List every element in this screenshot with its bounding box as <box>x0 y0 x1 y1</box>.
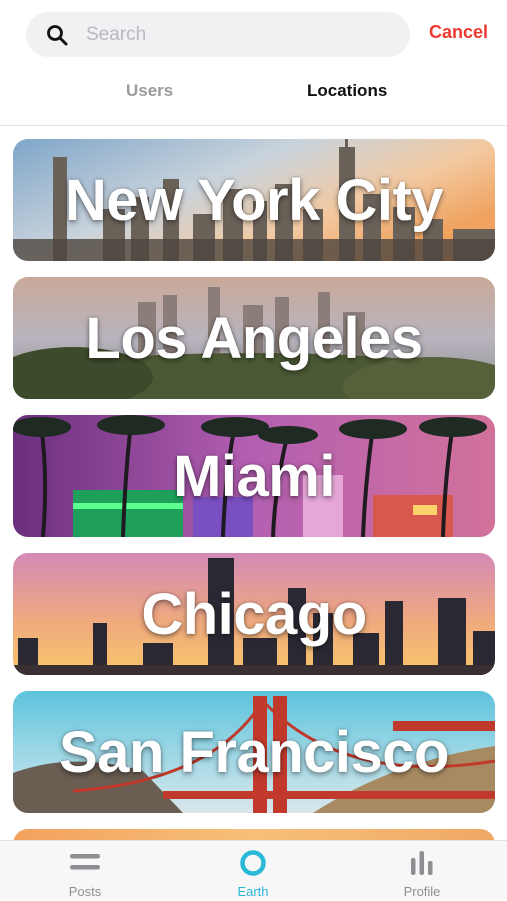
tabbar-posts[interactable]: Posts <box>25 841 145 901</box>
cancel-button[interactable]: Cancel <box>429 22 488 43</box>
location-card-miami[interactable]: Miami <box>13 415 495 537</box>
tabbar-label: Posts <box>68 884 102 899</box>
header-divider <box>0 125 507 126</box>
tabbar-profile[interactable]: Profile <box>362 841 482 901</box>
bottom-tab-bar: Posts Earth Profile <box>0 840 507 900</box>
location-card-los-angeles[interactable]: Los Angeles <box>13 277 495 399</box>
tabbar-earth[interactable]: Earth <box>193 841 313 901</box>
bar-chart-icon <box>411 851 433 875</box>
search-bar[interactable] <box>26 12 410 57</box>
search-icon <box>47 25 68 46</box>
location-name: Los Angeles <box>85 305 423 371</box>
location-card-new-york-city[interactable]: New York City <box>13 139 495 261</box>
location-card-chicago[interactable]: Chicago <box>13 553 495 675</box>
menu-lines-icon <box>70 854 100 870</box>
tabbar-label: Profile <box>403 884 441 899</box>
location-card-san-francisco[interactable]: San Francisco <box>13 691 495 813</box>
location-name: Chicago <box>141 581 367 647</box>
ring-icon <box>240 850 266 876</box>
tab-users[interactable]: Users <box>126 81 173 101</box>
search-input[interactable] <box>86 12 396 57</box>
tabbar-label: Earth <box>237 884 269 899</box>
location-name: Miami <box>173 443 335 509</box>
tab-locations[interactable]: Locations <box>307 81 387 101</box>
location-name: San Francisco <box>59 719 449 785</box>
location-name: New York City <box>64 167 444 233</box>
segment-tabs: Users Locations <box>0 70 507 114</box>
